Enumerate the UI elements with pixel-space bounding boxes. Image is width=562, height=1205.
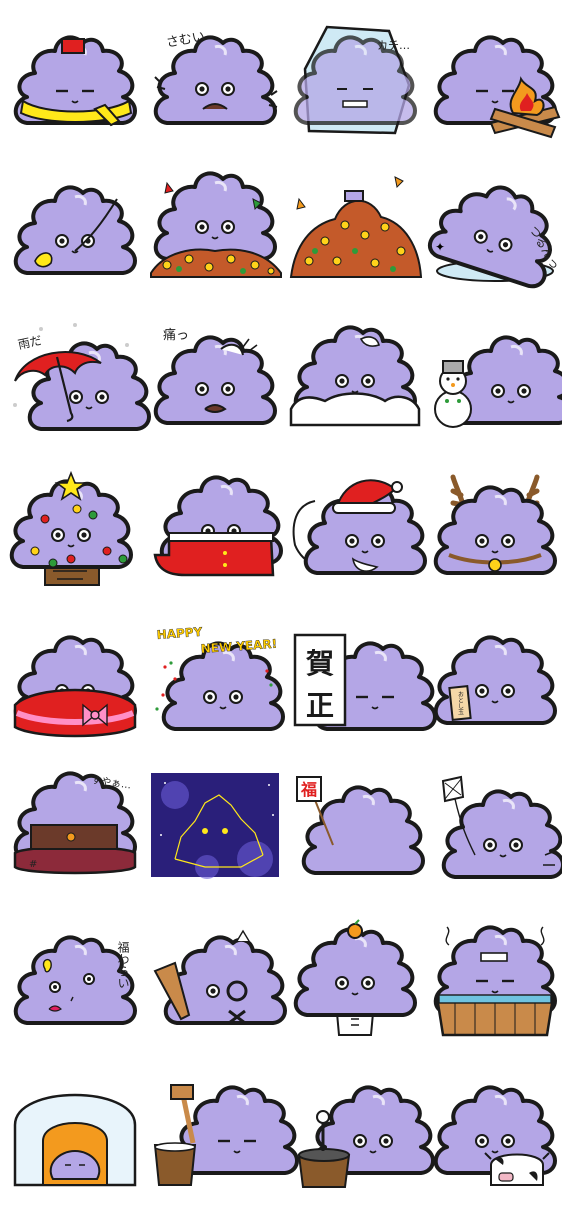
sticker-caption: カチ…: [377, 39, 410, 52]
sign-text-top: 賀: [305, 647, 334, 680]
sticker-frozen[interactable]: カチ…: [285, 5, 425, 155]
sticker-kotatsu[interactable]: # すやぁ…: [5, 755, 145, 905]
purple-blob-icon: [13, 35, 138, 127]
sticker-lucky-charm[interactable]: 福: [285, 755, 425, 905]
envelope-text: おとし玉: [457, 691, 464, 715]
sticker-hurt[interactable]: 痛っ: [145, 305, 285, 455]
sticker-caption: 福わらい: [116, 940, 130, 989]
sticker-santa-hat[interactable]: [285, 455, 427, 605]
sticker-grid: さむい カチ… つるんっ ✦ 雨だ 痛っ HAPPY NEW YEAR! 賀 正…: [0, 0, 562, 1200]
sticker-mochi-pounding[interactable]: [145, 1055, 299, 1205]
sticker-constellation[interactable]: [145, 755, 285, 905]
sticker-leaf-wind[interactable]: [5, 155, 145, 305]
sticker-campfire[interactable]: [425, 5, 562, 155]
sticker-happy-new-year[interactable]: HAPPY NEW YEAR!: [145, 605, 285, 755]
greeting-line-1: HAPPY: [156, 625, 203, 642]
charm-tag: 福: [300, 780, 317, 799]
sticker-scarf-hat[interactable]: [5, 5, 145, 155]
sticker-snowman[interactable]: [425, 305, 562, 455]
sticker-leaf-pile-small[interactable]: [145, 155, 285, 305]
sticker-envelope[interactable]: おとし玉: [425, 605, 562, 755]
sticker-kite[interactable]: [425, 755, 562, 905]
sticker-tea-ceremony[interactable]: [285, 1055, 435, 1205]
sticker-cold[interactable]: さむい: [145, 5, 285, 155]
sticker-caption: 痛っ: [163, 327, 189, 343]
sticker-fukuwarai[interactable]: 福わらい: [5, 905, 145, 1055]
sticker-leaf-pile-big[interactable]: [285, 155, 425, 305]
sticker-santa-costume[interactable]: [145, 455, 285, 605]
sticker-caption: 雨だ: [17, 333, 43, 352]
sticker-greeting-sign[interactable]: 賀 正: [285, 605, 437, 755]
sticker-christmas-tree[interactable]: [5, 455, 145, 605]
sticker-cow[interactable]: [425, 1055, 562, 1205]
pattern-icon: #: [29, 859, 37, 870]
sticker-onsen[interactable]: [425, 905, 562, 1055]
sticker-kamakura[interactable]: [5, 1055, 145, 1205]
sticker-umbrella[interactable]: 雨だ: [5, 305, 151, 455]
sticker-hanetsuki[interactable]: [145, 905, 287, 1055]
sign-text-bottom: 正: [306, 689, 334, 722]
sticker-gift-wrap[interactable]: [5, 605, 145, 755]
sparkle-icon: ✦: [435, 240, 445, 254]
sticker-slip[interactable]: つるんっ ✦: [424, 155, 562, 305]
sticker-reindeer[interactable]: [425, 455, 562, 605]
sticker-kagami-mochi[interactable]: [285, 905, 425, 1055]
sticker-snow-bank[interactable]: [285, 305, 425, 455]
greeting-line-2: NEW YEAR!: [200, 637, 277, 656]
